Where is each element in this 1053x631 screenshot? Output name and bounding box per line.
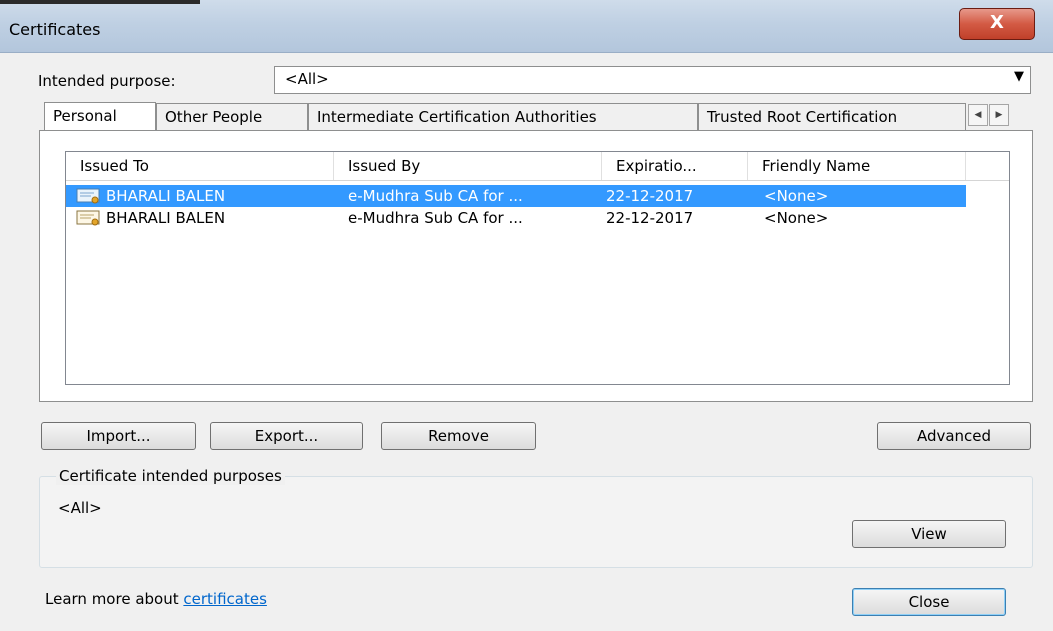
tab-scroll-right-icon[interactable]: ▶ (989, 104, 1009, 126)
certificates-link[interactable]: certificates (183, 590, 267, 608)
intended-purpose-dropdown[interactable]: <All> ▼ (274, 66, 1031, 94)
certificates-dialog: Certificates X Intended purpose: <All> ▼… (0, 0, 1053, 631)
intended-purposes-value: <All> (58, 499, 102, 517)
cell-friendly-name: <None> (764, 209, 829, 227)
cell-issued-to: BHARALI BALEN (106, 187, 226, 205)
column-friendly-name[interactable]: Friendly Name (748, 152, 966, 180)
cell-issued-by: e-Mudhra Sub CA for ... (348, 187, 523, 205)
learn-more-text: Learn more about certificates (45, 590, 267, 608)
tab-scroll-left-icon[interactable]: ◀ (968, 104, 988, 126)
window-title: Certificates (9, 20, 101, 39)
tab-personal[interactable]: Personal (44, 102, 156, 132)
tab-intermediate-ca[interactable]: Intermediate Certification Authorities (308, 103, 698, 131)
remove-button[interactable]: Remove (381, 422, 536, 450)
table-row[interactable]: BHARALI BALEN e-Mudhra Sub CA for ... 22… (66, 207, 966, 229)
cell-expiration: 22-12-2017 (606, 187, 694, 205)
dropdown-arrow-icon[interactable]: ▼ (1014, 69, 1024, 84)
tab-other-people[interactable]: Other People (156, 103, 308, 131)
title-bar-edge (0, 0, 200, 4)
cell-expiration: 22-12-2017 (606, 209, 694, 227)
certificate-icon (76, 188, 100, 204)
intended-purpose-value: <All> (285, 70, 329, 88)
learn-more-label: Learn more about (45, 590, 184, 608)
list-header: Issued To Issued By Expiratio... Friendl… (66, 152, 1009, 181)
cell-issued-to: BHARALI BALEN (106, 209, 226, 227)
cell-friendly-name: <None> (764, 187, 829, 205)
close-button[interactable]: Close (852, 588, 1006, 616)
certificate-icon (76, 210, 100, 226)
intended-purposes-title: Certificate intended purposes (56, 467, 285, 485)
advanced-button[interactable]: Advanced (877, 422, 1031, 450)
certificate-list[interactable]: Issued To Issued By Expiratio... Friendl… (65, 151, 1010, 385)
import-button[interactable]: Import... (41, 422, 196, 450)
intended-purpose-label: Intended purpose: (38, 72, 176, 90)
export-button[interactable]: Export... (210, 422, 363, 450)
cell-issued-by: e-Mudhra Sub CA for ... (348, 209, 523, 227)
column-expiration[interactable]: Expiratio... (602, 152, 748, 180)
tab-trusted-root[interactable]: Trusted Root Certification (698, 103, 966, 131)
table-row[interactable]: BHARALI BALEN e-Mudhra Sub CA for ... 22… (66, 185, 966, 207)
column-issued-by[interactable]: Issued By (334, 152, 602, 180)
title-bar[interactable]: Certificates X (0, 0, 1053, 53)
close-window-icon[interactable]: X (959, 8, 1035, 40)
tab-panel: Issued To Issued By Expiratio... Friendl… (39, 130, 1033, 402)
column-issued-to[interactable]: Issued To (66, 152, 334, 180)
view-button[interactable]: View (852, 520, 1006, 548)
